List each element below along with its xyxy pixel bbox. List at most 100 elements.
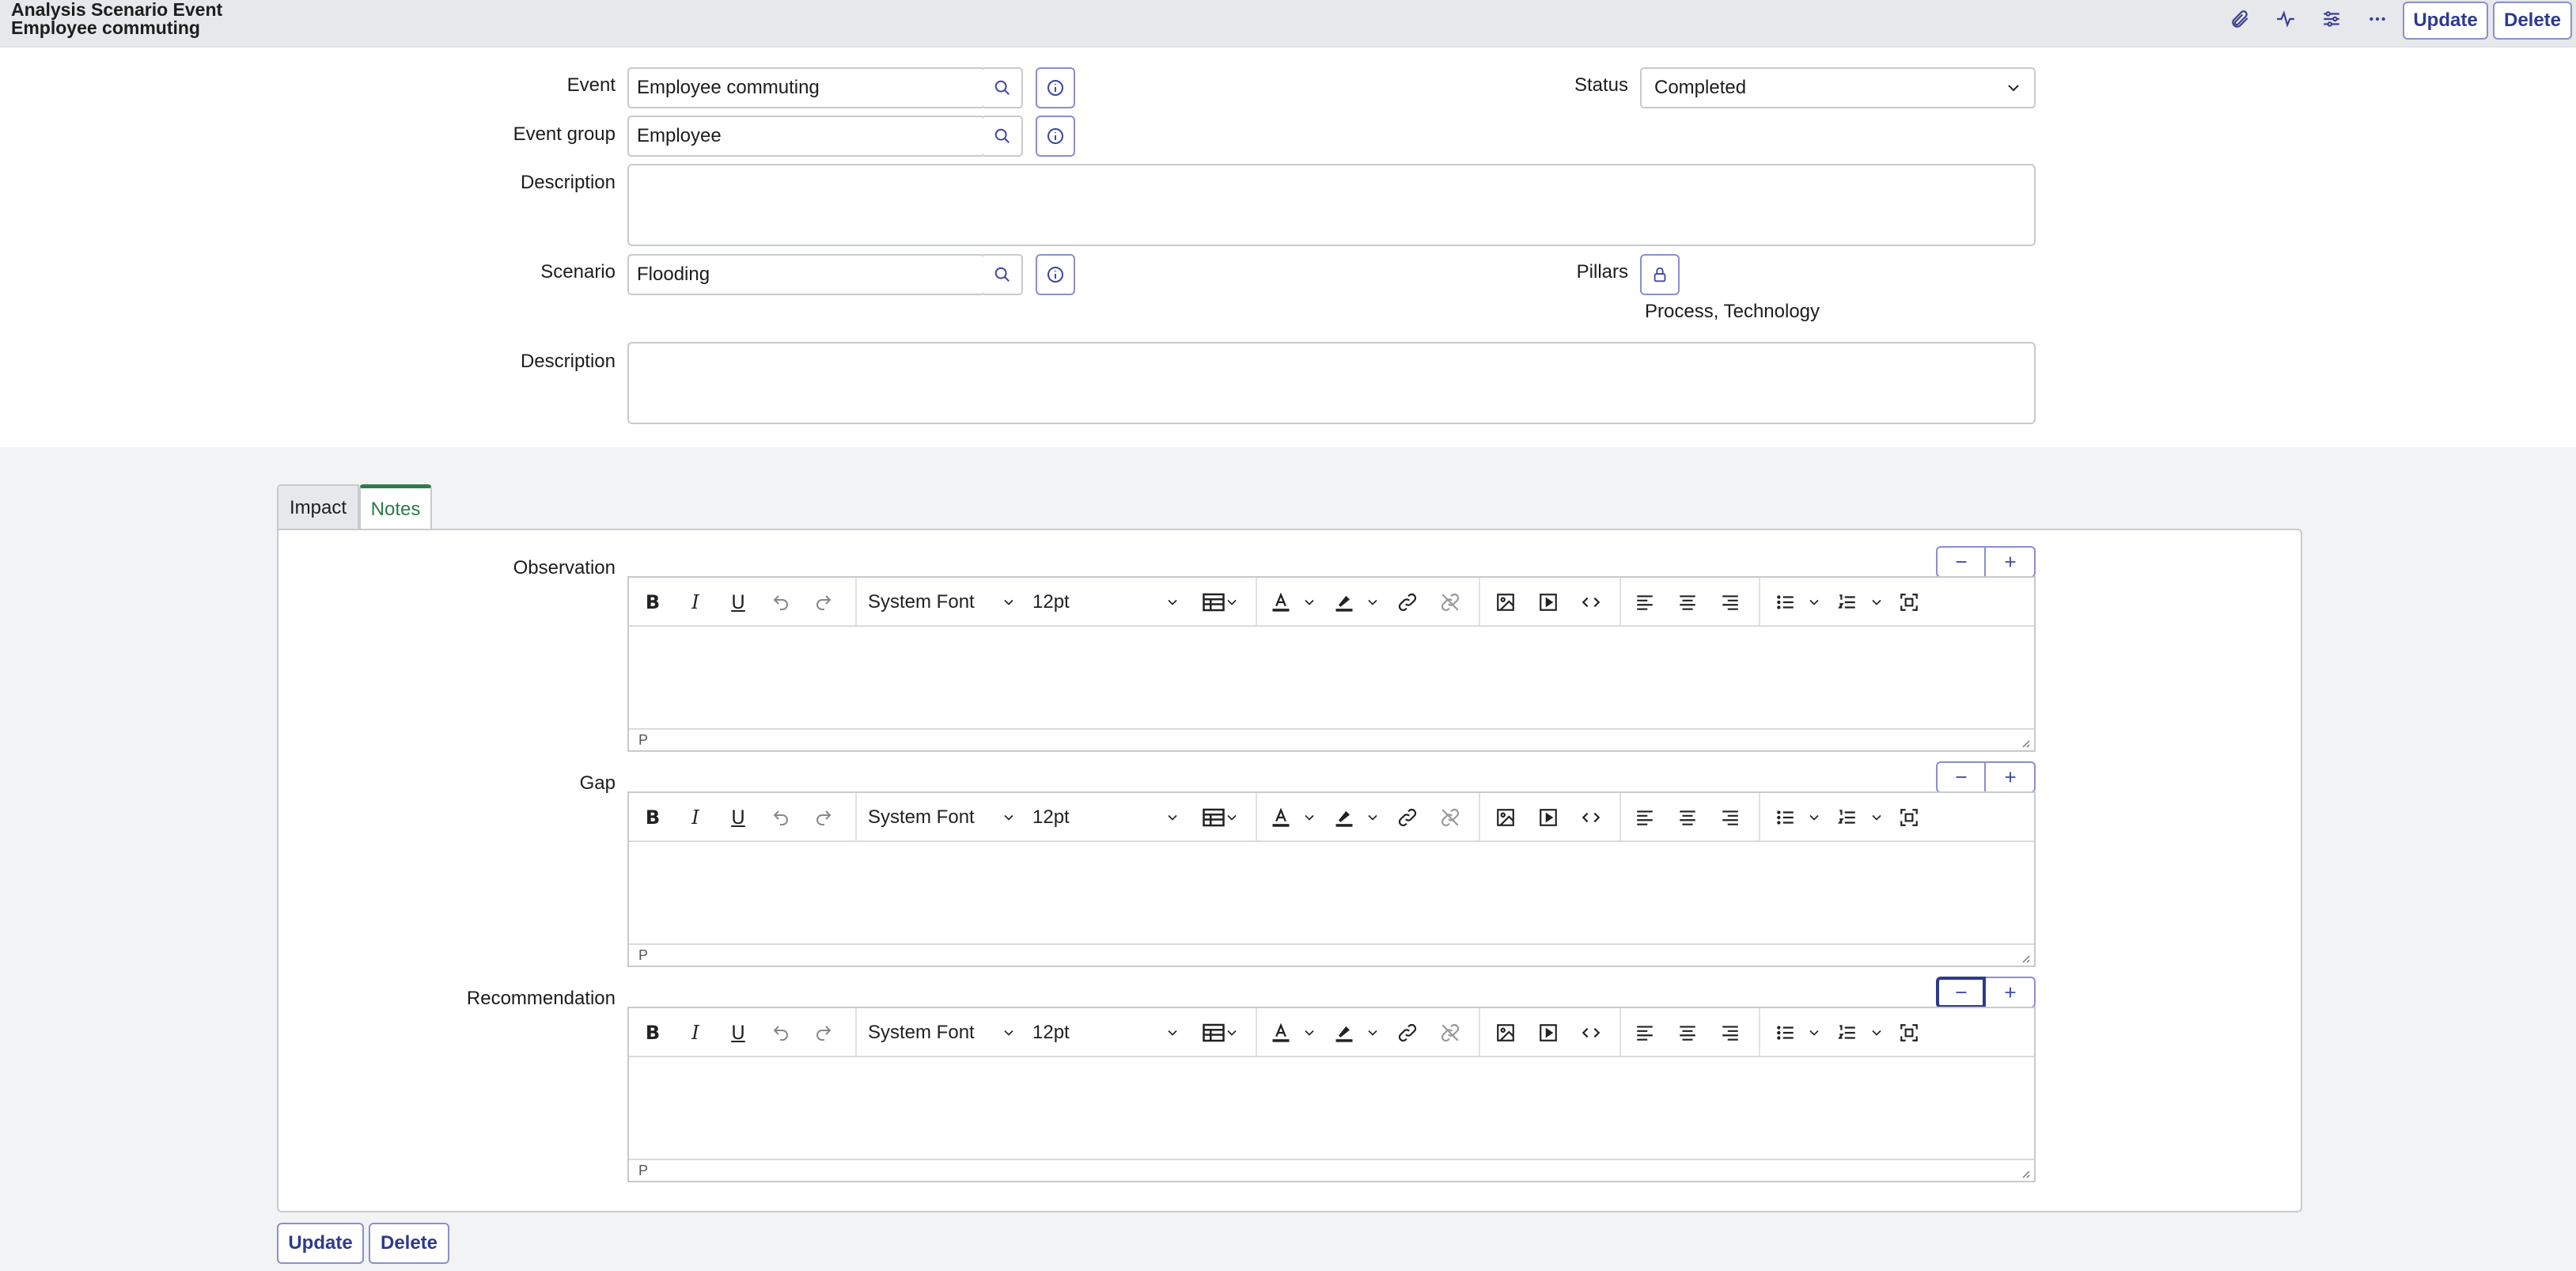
expand-button[interactable] [1986, 761, 2036, 793]
highlight-icon[interactable] [1330, 1019, 1358, 1047]
bullet-list-icon[interactable] [1771, 1019, 1800, 1047]
media-icon[interactable] [1534, 588, 1563, 617]
more-icon[interactable] [2360, 5, 2395, 33]
sliders-icon[interactable] [2314, 5, 2349, 33]
editor-toolbar: B I U System Font 12pt [629, 578, 2034, 627]
numbered-list-icon[interactable] [1833, 1019, 1862, 1047]
tab-notes[interactable]: Notes [359, 484, 432, 530]
expand-button[interactable] [1986, 977, 2036, 1008]
italic-icon[interactable]: I [681, 1019, 710, 1047]
numbered-list-icon[interactable] [1833, 588, 1862, 617]
font-size-select[interactable]: 12pt [1032, 1019, 1183, 1047]
bold-icon[interactable]: B [638, 1019, 667, 1047]
italic-icon[interactable]: I [681, 588, 710, 617]
highlight-icon[interactable] [1330, 588, 1358, 617]
paperclip-icon[interactable] [2222, 5, 2257, 33]
scenario-search-button[interactable] [983, 254, 1023, 295]
resize-handle-icon[interactable] [2018, 951, 2031, 964]
highlight-icon[interactable] [1330, 803, 1358, 832]
underline-icon[interactable]: U [724, 803, 752, 832]
fullscreen-icon[interactable] [1895, 588, 1923, 617]
status-select[interactable]: Completed [1640, 67, 2036, 108]
bold-icon[interactable]: B [638, 803, 667, 832]
event-group-label: Event group [513, 123, 616, 145]
resize-handle-icon[interactable] [2018, 736, 2031, 749]
plus-icon [2005, 772, 2015, 783]
event-info-button[interactable] [1036, 67, 1075, 108]
event-field[interactable]: Employee commuting [627, 67, 985, 108]
tab-impact[interactable]: Impact [277, 484, 359, 530]
scenario-info-button[interactable] [1036, 254, 1075, 295]
collapse-button[interactable] [1936, 546, 1986, 578]
toolbar-separator [855, 578, 857, 625]
italic-icon[interactable]: I [681, 803, 710, 832]
resize-handle-icon[interactable] [2018, 1167, 2031, 1179]
align-left-icon[interactable] [1631, 1019, 1659, 1047]
event-group-info-button[interactable] [1036, 116, 1075, 157]
image-icon[interactable] [1491, 803, 1520, 832]
align-right-icon[interactable] [1716, 803, 1744, 832]
align-left-icon[interactable] [1631, 803, 1659, 832]
media-icon[interactable] [1534, 803, 1563, 832]
undo-icon[interactable] [767, 803, 795, 832]
unlink-icon[interactable] [1436, 1019, 1464, 1047]
align-left-icon[interactable] [1631, 588, 1659, 617]
bullet-list-icon[interactable] [1771, 588, 1800, 617]
undo-icon[interactable] [767, 588, 795, 617]
event-group-field[interactable]: Employee [627, 116, 985, 157]
link-icon[interactable] [1393, 588, 1422, 617]
event-group-search-button[interactable] [983, 116, 1023, 157]
pillars-lock-button[interactable] [1640, 254, 1680, 295]
unlink-icon[interactable] [1436, 803, 1464, 832]
redo-icon[interactable] [809, 588, 838, 617]
collapse-button[interactable] [1936, 761, 1986, 793]
code-icon[interactable] [1577, 588, 1605, 617]
align-center-icon[interactable] [1673, 1019, 1702, 1047]
align-right-icon[interactable] [1716, 588, 1744, 617]
font-family-select[interactable]: System Font [868, 803, 1018, 832]
undo-icon[interactable] [767, 1019, 795, 1047]
scenario-field[interactable]: Flooding [627, 254, 985, 295]
footer-update-button[interactable]: Update [277, 1223, 364, 1264]
numbered-list-icon[interactable] [1833, 803, 1862, 832]
unlink-icon[interactable] [1436, 588, 1464, 617]
update-button[interactable]: Update [2403, 2, 2488, 40]
toolbar-separator [1619, 1008, 1621, 1056]
description-textarea[interactable] [627, 164, 2036, 246]
footer-delete-button[interactable]: Delete [369, 1223, 449, 1264]
collapse-button[interactable] [1936, 977, 1986, 1008]
text-color-icon[interactable] [1267, 803, 1295, 832]
bullet-list-icon[interactable] [1771, 803, 1800, 832]
redo-icon[interactable] [809, 803, 838, 832]
chevron-down-icon [1368, 1030, 1377, 1036]
align-center-icon[interactable] [1673, 803, 1702, 832]
font-family-select[interactable]: System Font [868, 588, 1018, 617]
underline-icon[interactable]: U [724, 1019, 752, 1047]
font-size-select[interactable]: 12pt [1032, 803, 1183, 832]
font-family-select[interactable]: System Font [868, 1019, 1018, 1047]
toolbar-separator [1256, 793, 1257, 840]
text-color-icon[interactable] [1267, 1019, 1295, 1047]
media-icon[interactable] [1534, 1019, 1563, 1047]
text-color-icon[interactable] [1267, 588, 1295, 617]
code-icon[interactable] [1577, 1019, 1605, 1047]
link-icon[interactable] [1393, 1019, 1422, 1047]
align-right-icon[interactable] [1716, 1019, 1744, 1047]
image-icon[interactable] [1491, 588, 1520, 617]
fullscreen-icon[interactable] [1895, 803, 1923, 832]
event-search-button[interactable] [983, 67, 1023, 108]
fullscreen-icon[interactable] [1895, 1019, 1923, 1047]
editor-toolbar: B I U System Font 12pt [629, 1008, 2034, 1057]
font-size-select[interactable]: 12pt [1032, 588, 1183, 617]
underline-icon[interactable]: U [724, 588, 752, 617]
redo-icon[interactable] [809, 1019, 838, 1047]
bold-icon[interactable]: B [638, 588, 667, 617]
link-icon[interactable] [1393, 803, 1422, 832]
activity-icon[interactable] [2268, 5, 2303, 33]
align-center-icon[interactable] [1673, 588, 1702, 617]
code-icon[interactable] [1577, 803, 1605, 832]
expand-button[interactable] [1986, 546, 2036, 578]
description2-textarea[interactable] [627, 342, 2036, 424]
image-icon[interactable] [1491, 1019, 1520, 1047]
delete-button[interactable]: Delete [2493, 2, 2572, 40]
